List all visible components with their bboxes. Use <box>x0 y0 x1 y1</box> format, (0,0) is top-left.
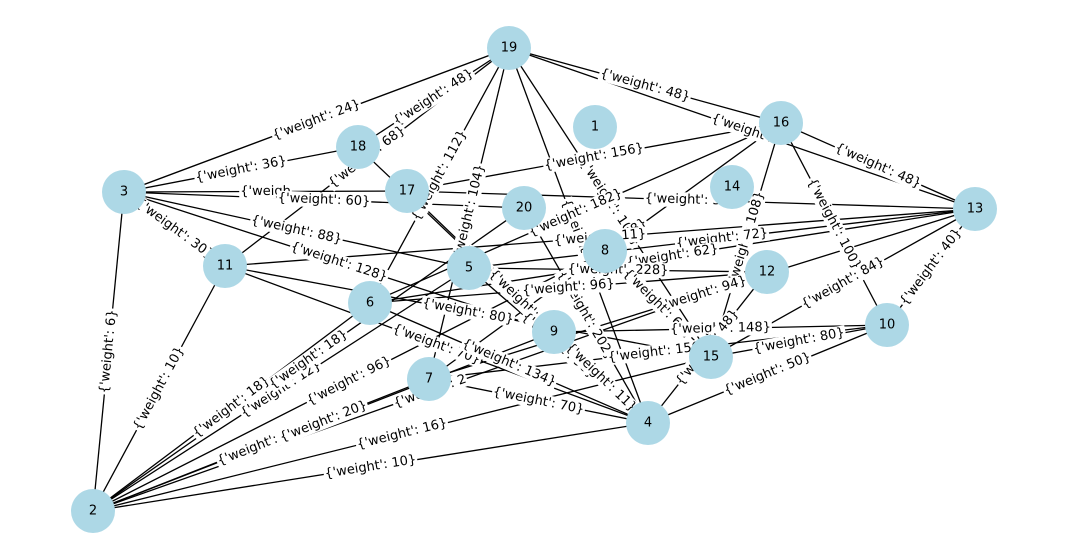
node-11: 11 <box>203 244 247 288</box>
node-label: 17 <box>399 184 416 199</box>
node-19: 19 <box>487 26 531 70</box>
node-label: 12 <box>759 265 776 280</box>
edge-label-text: {'weight': 48} <box>598 66 691 105</box>
edge-label-16-13: {'weight': 48} <box>831 139 925 193</box>
edge-label-19-18: {'weight': 48} <box>389 65 478 130</box>
edge-label-3-11: {'weight': 30} <box>131 195 218 263</box>
node-12: 12 <box>745 250 789 294</box>
edge-label-text: {'weight': 50} <box>722 349 813 398</box>
edge-label-13-15: {'weight': 84} <box>798 253 888 313</box>
node-18: 18 <box>336 125 380 169</box>
edge-label-2-4: {'weight': 10} <box>322 452 419 482</box>
edge-label-text: {'weight': 84} <box>799 254 887 312</box>
edge-label-3-20: {'weight': 60} <box>276 190 372 210</box>
node-label: 10 <box>879 318 896 333</box>
node-label: 7 <box>425 372 433 387</box>
edge-label-text: {'weight': 36} <box>194 153 288 185</box>
node-label: 16 <box>773 116 790 131</box>
node-16: 16 <box>759 101 803 145</box>
edge-label-3-2: {'weight': 6} <box>96 307 121 396</box>
edge-label-2-15: {'weight': 16} <box>354 415 450 453</box>
edge-label-text: {'weight': 80} <box>421 296 515 328</box>
node-1: 1 <box>573 105 617 149</box>
node-label: 4 <box>644 416 652 431</box>
edge-label-13-10: {'weight': 40} <box>896 224 966 310</box>
node-7: 7 <box>407 357 451 401</box>
weighted-graph-diagram: {'weight': 24}{'weight': 36}{'weight': 3… <box>71 26 997 533</box>
node-label: 5 <box>465 261 473 276</box>
node-label: 8 <box>601 244 609 259</box>
edge-label-text: {'weight': 16} <box>355 416 448 453</box>
edge-label-text: {'weight': 10} <box>324 452 418 481</box>
edge-label-text: {'weight': 100} <box>804 176 864 272</box>
node-10: 10 <box>865 303 909 347</box>
edge-label-text: {'weight': 48} <box>833 140 924 191</box>
edge-label-3-18: {'weight': 36} <box>193 153 289 186</box>
node-15: 15 <box>689 335 733 379</box>
node-17: 17 <box>385 169 429 213</box>
node-8: 8 <box>583 229 627 273</box>
node-label: 15 <box>703 350 720 365</box>
edge-label-text: {'weight': 48} <box>391 66 477 129</box>
edge-label-text: {'weight': 40} <box>897 226 965 309</box>
node-20: 20 <box>502 186 546 230</box>
node-2: 2 <box>71 489 115 533</box>
node-label: 3 <box>120 185 128 200</box>
node-label: 9 <box>550 325 558 340</box>
edge-label-text: {'weight': 30} <box>133 196 217 263</box>
node-label: 13 <box>967 202 984 217</box>
edge-label-19-16: {'weight': 48} <box>597 65 693 106</box>
edge-label-11-15: {'weight': 80} <box>420 295 516 328</box>
node-14: 14 <box>710 165 754 209</box>
node-4: 4 <box>626 401 670 445</box>
edge-label-16-10: {'weight': 100} <box>803 174 865 274</box>
edge-label-text: {'weight': 10} <box>130 344 187 433</box>
node-9: 9 <box>532 310 576 354</box>
node-13: 13 <box>953 187 997 231</box>
node-label: 18 <box>350 140 367 155</box>
node-5: 5 <box>447 246 491 290</box>
node-label: 11 <box>217 259 234 274</box>
node-6: 6 <box>348 281 392 325</box>
edge-label-text: {'weight': 60} <box>277 191 370 210</box>
edge-label-text: {'weight': 6} <box>97 309 120 394</box>
edge-label-7-4: {'weight': 70} <box>490 384 587 418</box>
edge-label-2-11: {'weight': 10} <box>129 343 189 434</box>
node-label: 6 <box>366 296 374 311</box>
node-3: 3 <box>102 170 146 214</box>
edge-label-4-10: {'weight': 50} <box>720 349 815 399</box>
node-label: 20 <box>516 201 533 216</box>
node-label: 2 <box>89 504 97 519</box>
node-label: 14 <box>724 180 741 195</box>
node-label: 1 <box>591 120 599 135</box>
node-label: 19 <box>501 41 518 56</box>
